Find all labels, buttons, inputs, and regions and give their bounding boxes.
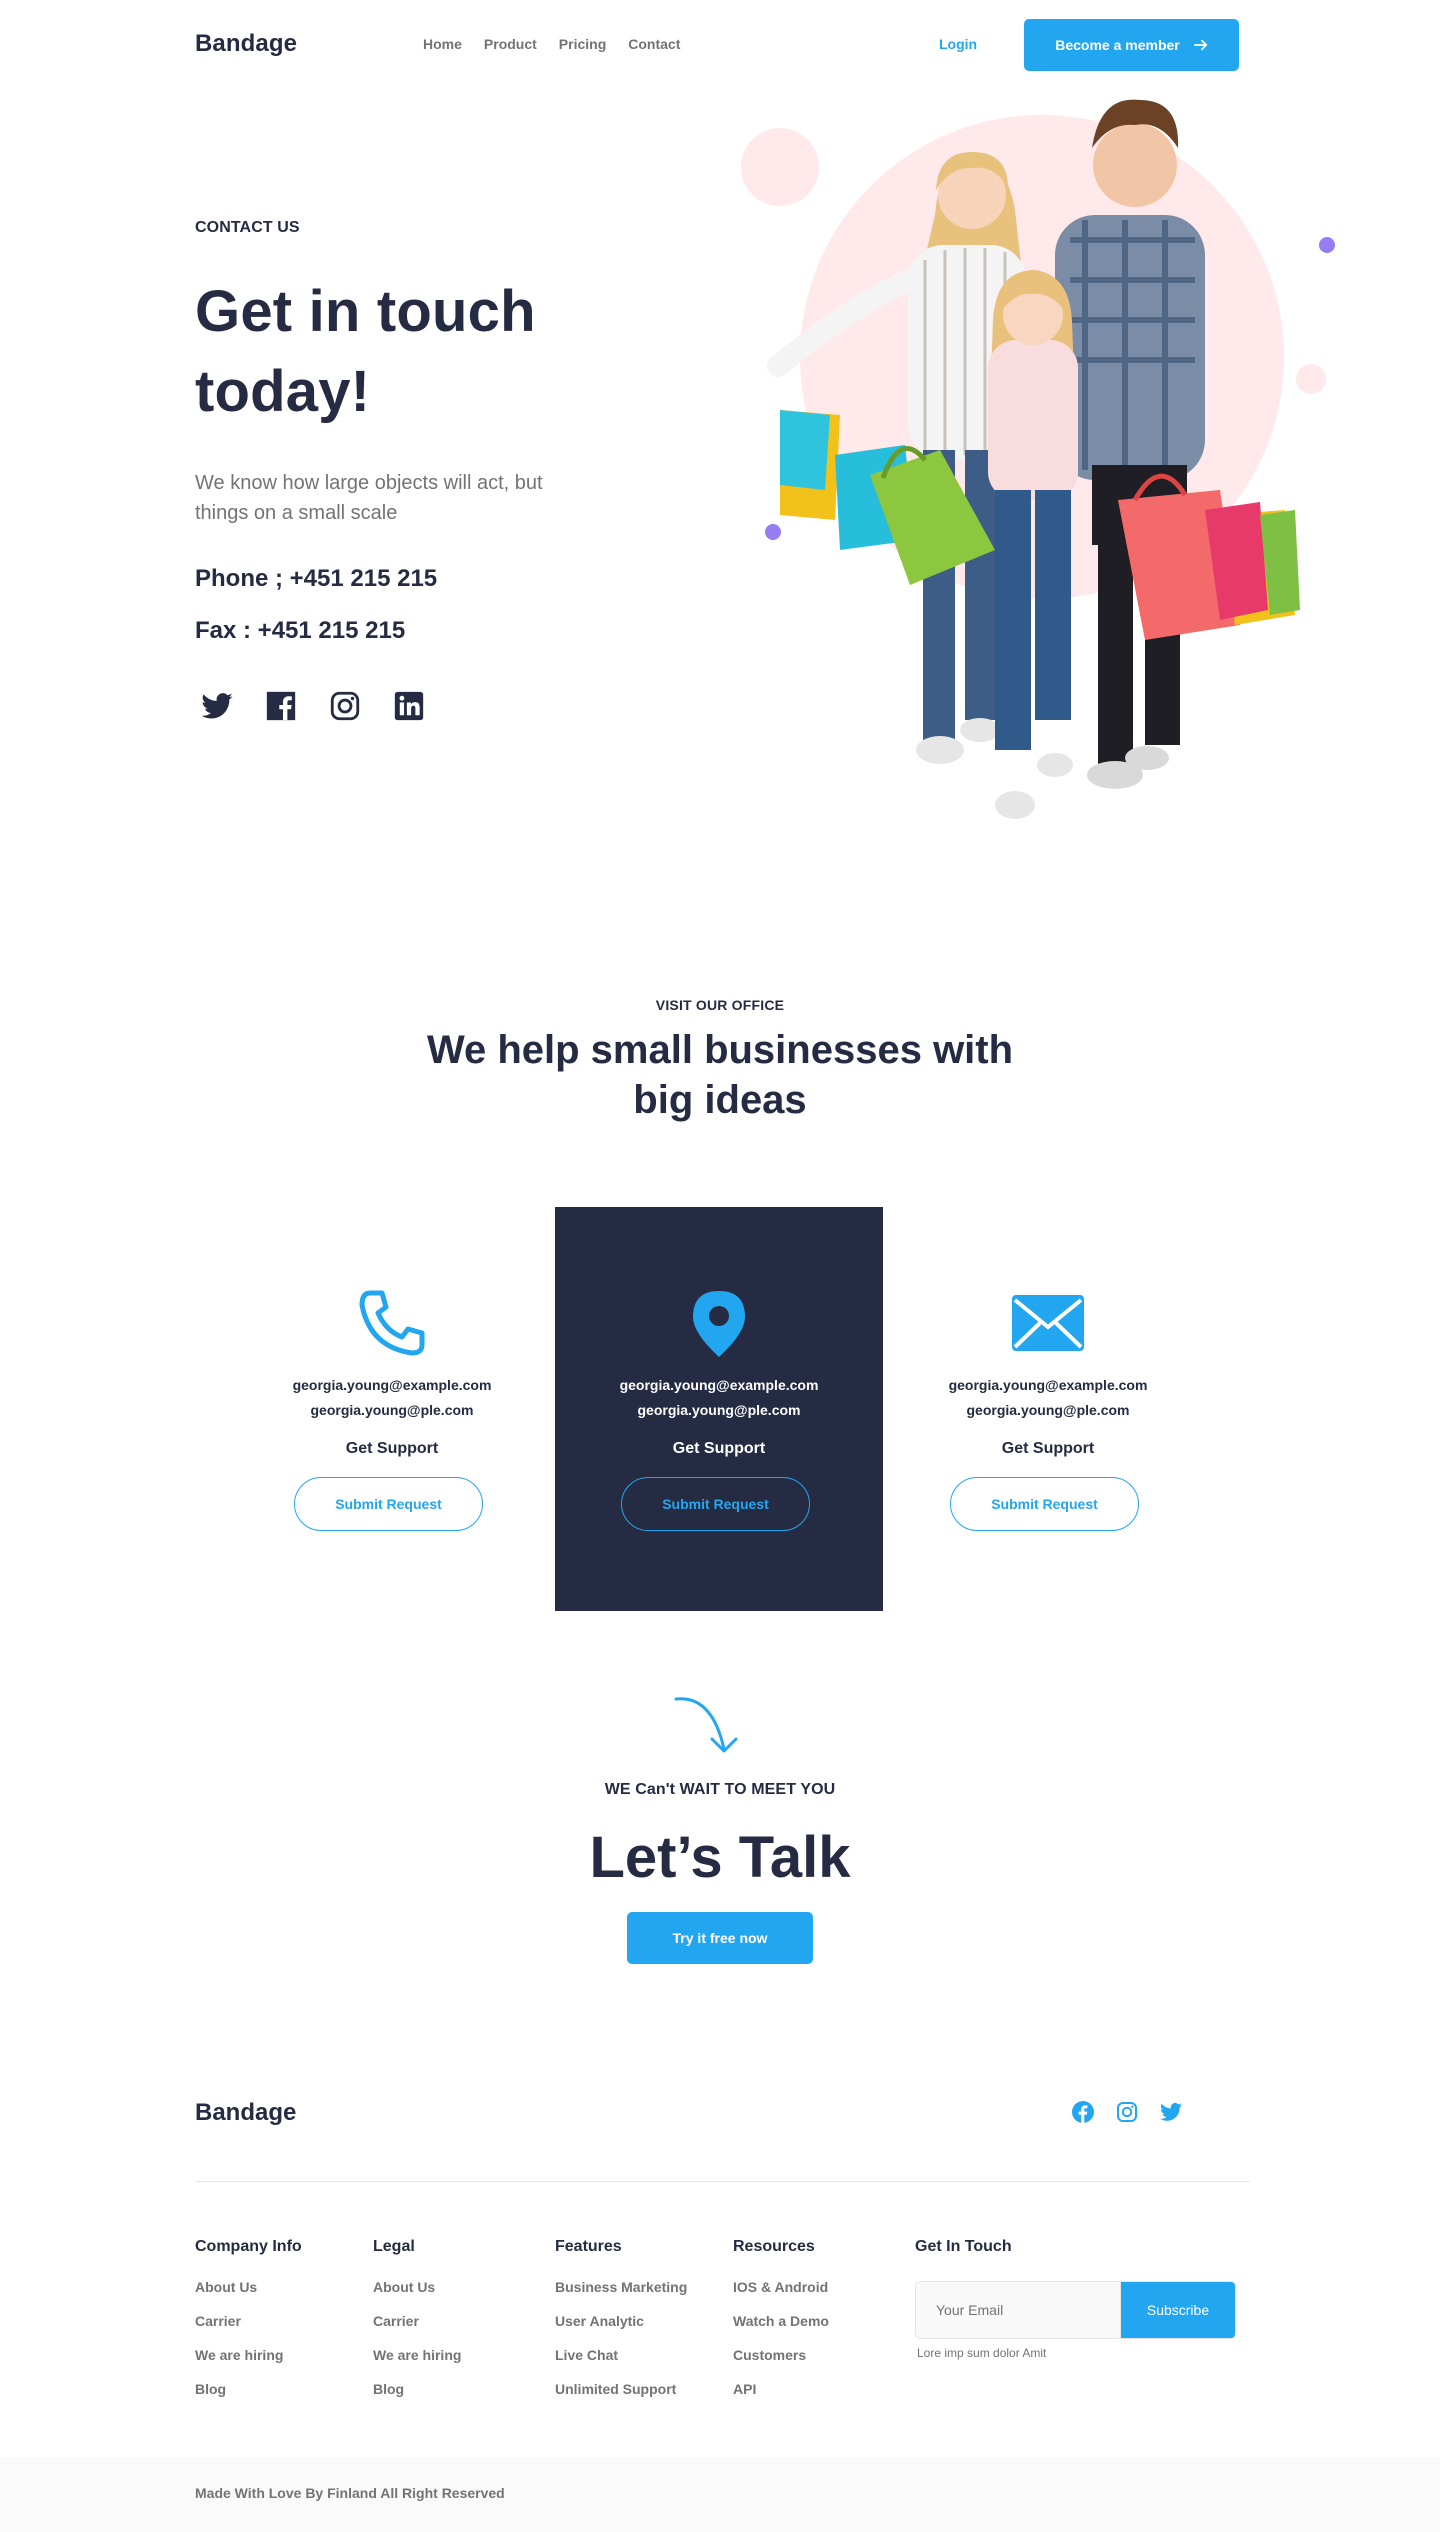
twitter-icon[interactable] [1159,2100,1183,2124]
office-title: We help small businesses with big ideas [426,1028,1014,1122]
nav-link-product[interactable]: Product [484,36,537,52]
footer-column-resources: Resources IOS & Android Watch a Demo Cus… [733,2238,829,2416]
footer-column-company-info: Company Info About Us Carrier We are hir… [195,2238,302,2416]
card-heading: Get Support [1001,1440,1095,1457]
card-email-secondary: georgia.young@ple.com [966,1402,1130,1418]
footer-link[interactable]: Carrier [373,2314,461,2328]
page-title: Get in touch today! [195,279,536,424]
talk-eyebrow: WE Can't WAIT TO MEET YOU [604,1781,836,1798]
hero-image-family-shopping [741,99,1335,819]
nav-link-contact[interactable]: Contact [628,36,680,52]
card-heading: Get Support [672,1440,766,1457]
footer-column-heading: Features [555,2238,622,2255]
newsletter-note: Lore imp sum dolor Amit [917,2346,1047,2360]
location-pin-icon [693,1291,745,1357]
footer-link[interactable]: About Us [195,2280,302,2294]
footer-link[interactable]: Business Marketing [555,2280,687,2294]
footer-link[interactable]: Live Chat [555,2348,687,2362]
footer-column-get-in-touch: Get In Touch [915,2238,1012,2280]
footer-column-heading: Resources [733,2238,815,2255]
twitter-icon[interactable] [200,689,234,723]
talk-title: Let’s Talk [589,1825,851,1890]
submit-request-button[interactable]: Submit Request [950,1477,1139,1531]
copyright-text: Made With Love By Finland All Right Rese… [195,2485,505,2501]
phone-number: Phone ; +451 215 215 [195,565,438,592]
contact-cards: georgia.young@example.com georgia.young@… [228,1207,1212,1611]
footer-divider [195,2181,1250,2182]
fax-number: Fax : +451 215 215 [195,617,406,644]
footer-column-features: Features Business Marketing User Analyti… [555,2238,687,2416]
card-heading: Get Support [345,1440,439,1457]
contact-card-phone: georgia.young@example.com georgia.young@… [228,1207,556,1611]
footer-link[interactable]: Customers [733,2348,829,2362]
footer-social-links [1071,2100,1183,2124]
footer-column-heading: Legal [373,2238,415,2255]
facebook-icon[interactable] [264,689,298,723]
arrow-right-icon [1193,39,1207,51]
card-email-primary: georgia.young@example.com [619,1377,819,1393]
footer-link[interactable]: We are hiring [373,2348,461,2362]
footer-link[interactable]: We are hiring [195,2348,302,2362]
phone-icon [359,1290,425,1356]
hero-description: We know how large objects will act, but … [195,472,543,524]
try-free-button[interactable]: Try it free now [627,1912,813,1964]
newsletter-form: Subscribe [915,2281,1236,2339]
decor-purple-dot-left [765,524,781,540]
footer-column-heading: Get In Touch [915,2238,1012,2255]
decor-pink-dot [1296,364,1326,394]
footer-link[interactable]: Blog [195,2382,302,2396]
become-member-button[interactable]: Become a member [1024,19,1239,71]
main-menu: Home Product Pricing Contact [423,36,680,52]
footer-link[interactable]: Blog [373,2382,461,2396]
card-email-secondary: georgia.young@ple.com [637,1402,801,1418]
brand-logo[interactable]: Bandage [195,30,297,58]
decor-pink-circle-small [741,128,819,206]
footer-brand-logo[interactable]: Bandage [195,2099,296,2127]
office-eyebrow: VISIT OUR OFFICE [655,997,785,1013]
hero-social-links [200,689,426,723]
contact-card-email: georgia.young@example.com georgia.young@… [884,1207,1212,1611]
footer-link[interactable]: About Us [373,2280,461,2294]
footer-link[interactable]: Carrier [195,2314,302,2328]
login-link[interactable]: Login [939,36,977,52]
instagram-icon[interactable] [328,689,362,723]
instagram-icon[interactable] [1115,2100,1139,2124]
submit-request-button[interactable]: Submit Request [294,1477,483,1531]
card-email-secondary: georgia.young@ple.com [310,1402,474,1418]
card-email-primary: georgia.young@example.com [948,1377,1148,1393]
contact-card-location: georgia.young@example.com georgia.young@… [555,1207,883,1611]
card-email-primary: georgia.young@example.com [292,1377,492,1393]
email-field[interactable] [915,2281,1120,2339]
decor-purple-dot-right [1319,237,1335,253]
footer-link[interactable]: Watch a Demo [733,2314,829,2328]
footer-link[interactable]: Unlimited Support [555,2382,687,2396]
nav-link-pricing[interactable]: Pricing [559,36,606,52]
envelope-icon [1012,1295,1084,1351]
hero-eyebrow: CONTACT US [195,219,300,236]
linkedin-icon[interactable] [392,689,426,723]
curved-arrow-icon [674,1697,738,1753]
footer-link[interactable]: User Analytic [555,2314,687,2328]
subscribe-button[interactable]: Subscribe [1120,2281,1236,2339]
footer-column-legal: Legal About Us Carrier We are hiring Blo… [373,2238,461,2416]
footer-column-heading: Company Info [195,2238,302,2255]
footer-bottom-bar: Made With Love By Finland All Right Rese… [0,2457,1440,2532]
become-member-label: Become a member [1055,37,1180,53]
footer-link[interactable]: IOS & Android [733,2280,829,2294]
footer-link[interactable]: API [733,2382,829,2396]
submit-request-button[interactable]: Submit Request [621,1477,810,1531]
nav-link-home[interactable]: Home [423,36,462,52]
facebook-icon[interactable] [1071,2100,1095,2124]
